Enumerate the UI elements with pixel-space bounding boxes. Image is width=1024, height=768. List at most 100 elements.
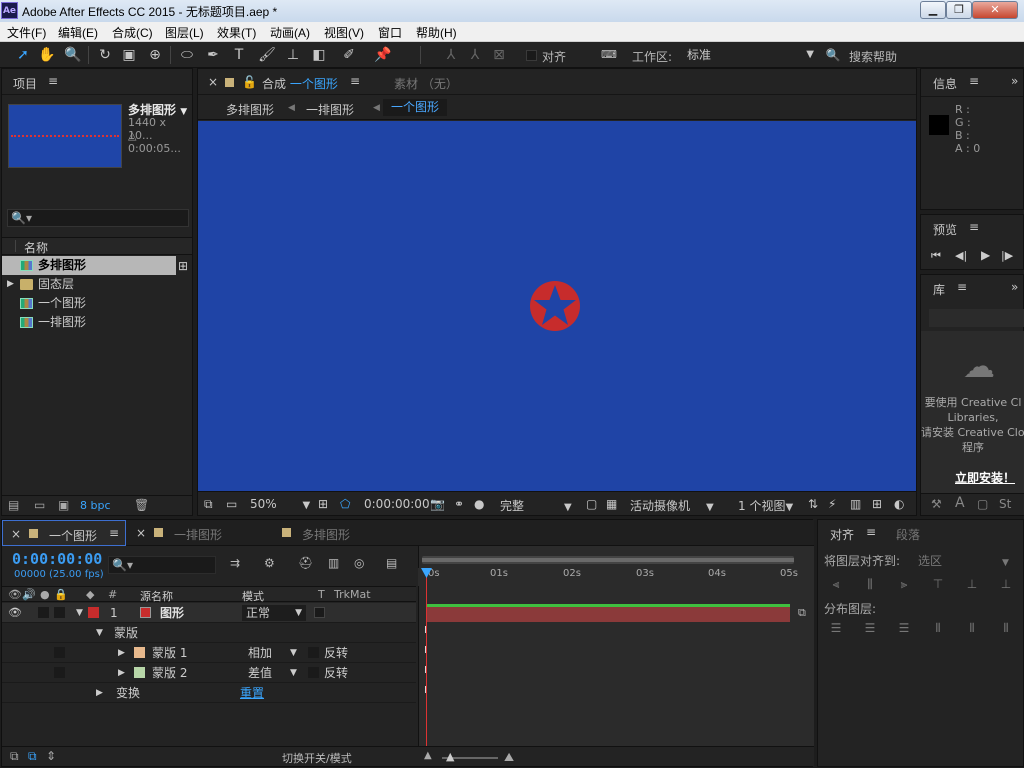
- chevron-right-icon[interactable]: ▶: [96, 683, 103, 703]
- close-button[interactable]: ✕: [972, 1, 1018, 19]
- mask-row[interactable]: ▶ 蒙版 2 差值 ▼ 反转: [2, 663, 416, 683]
- zoom-out-icon[interactable]: ▲: [424, 750, 432, 761]
- align-left-icon[interactable]: ⫷: [828, 576, 844, 592]
- tab-timeline[interactable]: 一排图形: [174, 526, 222, 543]
- first-frame-icon[interactable]: ⏮: [931, 249, 941, 263]
- timeline-search-input[interactable]: 🔍▾: [108, 556, 216, 574]
- composition-mini-flowchart-icon[interactable]: ⇉: [230, 556, 240, 570]
- chevron-right-icon[interactable]: ▶: [118, 643, 125, 663]
- view-axis-icon[interactable]: ⊠: [490, 46, 508, 64]
- project-item-row[interactable]: 一个图形: [2, 294, 176, 313]
- minimize-button[interactable]: ▁: [920, 1, 946, 19]
- layer-label-color[interactable]: [88, 607, 99, 618]
- menu-effect[interactable]: 效果(T): [217, 24, 256, 41]
- type-tool-icon[interactable]: T: [230, 46, 248, 64]
- tab-timeline[interactable]: 多排图形: [302, 526, 350, 543]
- mask-invert-checkbox[interactable]: [308, 647, 319, 658]
- new-folder-icon[interactable]: ▭: [34, 498, 45, 512]
- tab-timeline-active[interactable]: × 一个图形 ≡: [2, 520, 126, 546]
- tab-composition[interactable]: 合成 一个图形: [262, 75, 338, 92]
- zoom-select[interactable]: 50% ▼: [250, 497, 310, 511]
- motion-blur-icon[interactable]: ◎: [354, 556, 364, 570]
- work-area-bar[interactable]: [422, 556, 794, 564]
- transparency-grid-icon[interactable]: ▦: [606, 497, 617, 511]
- mask-mode[interactable]: 相加: [248, 643, 272, 663]
- show-snapshot-icon[interactable]: ⚭: [454, 497, 464, 511]
- snap-checkbox[interactable]: [526, 50, 537, 61]
- tab-library[interactable]: 库: [933, 281, 945, 298]
- mask-name[interactable]: 蒙版 2: [152, 663, 187, 683]
- frame-blending-icon[interactable]: ▥: [328, 556, 339, 570]
- previous-frame-icon[interactable]: ◀|: [955, 249, 967, 262]
- layer-duration-bar[interactable]: [426, 604, 790, 622]
- puppet-pin-tool-icon[interactable]: 📌: [374, 46, 392, 64]
- menu-window[interactable]: 窗口: [378, 24, 402, 41]
- panel-menu-icon[interactable]: ≡: [866, 525, 876, 539]
- pan-behind-tool-icon[interactable]: ⊕: [146, 46, 164, 64]
- flowchart-icon[interactable]: ⊞: [872, 497, 882, 511]
- color-channels-icon[interactable]: ●: [474, 497, 484, 511]
- camera-tool-icon[interactable]: ▣: [120, 46, 138, 64]
- chevron-down-icon[interactable]: ▼: [290, 643, 297, 663]
- in-out-icon[interactable]: ⇕: [46, 749, 56, 763]
- menu-animation[interactable]: 动画(A): [270, 24, 310, 41]
- tab-footage[interactable]: 素材 （无）: [394, 75, 458, 92]
- distribute-bottom-icon[interactable]: ☰: [896, 620, 912, 636]
- menu-file[interactable]: 文件(F): [7, 24, 46, 41]
- breadcrumb-item[interactable]: 一排图形: [306, 101, 354, 118]
- distribute-top-icon[interactable]: ☰: [828, 620, 844, 636]
- lock-checkbox[interactable]: [54, 607, 65, 618]
- views-select[interactable]: 1 个视图▼: [738, 497, 793, 514]
- chevron-right-icon[interactable]: ▶: [7, 275, 14, 294]
- layer-row[interactable]: 👁 ▼ 1 图形 正常 ▼: [2, 603, 416, 623]
- tab-paragraph[interactable]: 段落: [896, 526, 920, 543]
- column-name[interactable]: 名称: [24, 239, 48, 256]
- add-text-icon[interactable]: A: [955, 495, 965, 511]
- monitor-icon[interactable]: ▭: [226, 497, 237, 511]
- breadcrumb-current[interactable]: 一个图形: [383, 99, 448, 116]
- comp-button-icon[interactable]: ⧉: [798, 606, 806, 620]
- menu-composition[interactable]: 合成(C): [112, 24, 153, 41]
- panel-menu-icon[interactable]: ≡: [957, 280, 967, 294]
- project-tab[interactable]: 项目: [13, 75, 37, 92]
- column-mode[interactable]: 模式: [242, 588, 264, 604]
- clone-stamp-tool-icon[interactable]: ⊥: [284, 46, 302, 64]
- project-item-row[interactable]: 多排图形: [2, 256, 176, 275]
- bpc-toggle[interactable]: 8 bpc: [80, 499, 111, 512]
- play-icon[interactable]: ▶: [981, 248, 990, 262]
- trkmat-checkbox[interactable]: [314, 607, 325, 618]
- selection-tool-icon[interactable]: ➚: [14, 46, 32, 64]
- graph-editor-icon[interactable]: ▤: [386, 556, 397, 570]
- add-graphic-icon[interactable]: ▢: [977, 497, 988, 511]
- close-icon[interactable]: ×: [208, 75, 218, 89]
- chevron-right-icon[interactable]: ▶: [118, 663, 125, 683]
- next-frame-icon[interactable]: |▶: [1001, 249, 1013, 262]
- always-preview-icon[interactable]: ⧉: [204, 497, 213, 512]
- mask-row[interactable]: ▶ 蒙版 1 相加 ▼ 反转: [2, 643, 416, 663]
- panel-menu-icon[interactable]: ≡: [48, 74, 58, 88]
- distribute-horizontal-center-icon[interactable]: ⦀: [964, 620, 980, 636]
- rotate-tool-icon[interactable]: ↻: [96, 46, 114, 64]
- layer-switches-icon[interactable]: ⧉: [10, 749, 19, 764]
- link-icon[interactable]: ⚒: [931, 497, 942, 511]
- resolution-select[interactable]: 完整 ▼: [500, 497, 572, 514]
- trash-icon[interactable]: 🗑: [134, 498, 149, 512]
- zoom-tool-icon[interactable]: 🔍: [64, 46, 82, 64]
- project-item-row[interactable]: ▶ 固态层: [2, 275, 176, 294]
- roto-brush-tool-icon[interactable]: ✐: [340, 46, 358, 64]
- stock-icon[interactable]: St: [999, 497, 1011, 511]
- panel-menu-icon[interactable]: ≡: [350, 74, 360, 88]
- timeline-icon[interactable]: ▥: [850, 497, 861, 511]
- eye-icon[interactable]: 👁: [8, 603, 22, 623]
- local-axis-icon[interactable]: ⅄: [442, 46, 460, 64]
- timeline-timecode[interactable]: 0:00:00:00: [12, 550, 102, 568]
- align-horizontal-center-icon[interactable]: ⫼: [862, 576, 878, 592]
- distribute-left-icon[interactable]: ⦀: [930, 620, 946, 636]
- column-source-name[interactable]: 源名称: [140, 588, 173, 604]
- install-now-link[interactable]: 立即安装！: [955, 469, 1015, 486]
- tab-align[interactable]: 对齐: [830, 526, 854, 543]
- zoom-slider-handle[interactable]: ▲: [446, 750, 454, 763]
- panel-overflow-icon[interactable]: »: [1011, 280, 1018, 294]
- panel-menu-icon[interactable]: ≡: [969, 74, 979, 88]
- panel-overflow-icon[interactable]: »: [1011, 74, 1018, 88]
